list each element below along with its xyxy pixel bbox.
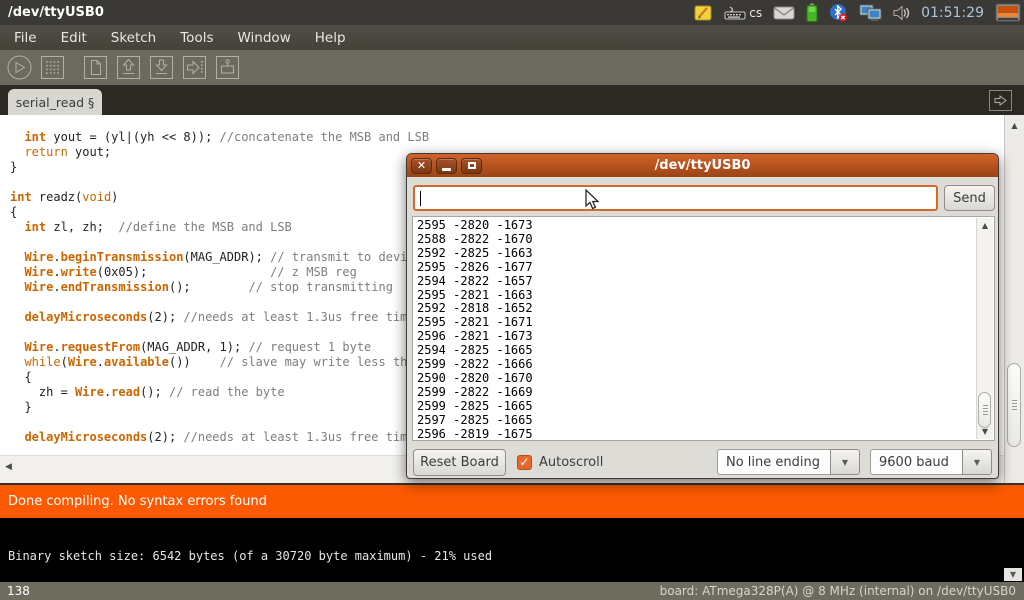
maximize-button[interactable] (461, 158, 482, 174)
serial-line: 2599 -2825 -1665 (417, 400, 533, 414)
serial-line: 2592 -2825 -1663 (417, 247, 533, 261)
minimize-icon (442, 168, 451, 171)
serial-input-field[interactable] (413, 185, 938, 211)
menu-tools[interactable]: Tools (170, 27, 223, 49)
send-button[interactable]: Send (944, 185, 995, 211)
editor-scrollbar-thumb[interactable] (1007, 363, 1021, 447)
board-info: board: ATmega328P(A) @ 8 MHz (internal) … (660, 584, 1024, 598)
autoscroll-label: Autoscroll (539, 455, 603, 470)
console-text: Binary sketch size: 6542 bytes (of a 307… (8, 549, 492, 563)
baud-rate-value: 9600 baud (870, 449, 962, 475)
serial-line: 2599 -2822 -1666 (417, 358, 533, 372)
tab-label: serial_read § (16, 95, 95, 110)
menu-sketch[interactable]: Sketch (101, 27, 166, 49)
verify-icon[interactable] (6, 54, 33, 81)
serial-monitor-icon[interactable] (214, 54, 241, 81)
serial-line: 2597 -2825 -1665 (417, 414, 533, 428)
reset-board-label: Reset Board (420, 455, 499, 470)
autoscroll-checkbox[interactable]: ✓ (517, 455, 532, 470)
battery-icon[interactable] (806, 3, 818, 22)
tab-menu-button[interactable] (989, 90, 1012, 111)
serial-window-titlebar[interactable]: /dev/ttyUSB0 ✕ (407, 154, 998, 177)
upload-icon[interactable] (181, 54, 208, 81)
status-message: Done compiling. No syntax errors found (0, 494, 267, 509)
mail-icon[interactable] (773, 5, 795, 20)
tab-menu-arrow-icon (993, 94, 1008, 107)
line-ending-value: No line ending (717, 449, 830, 475)
serial-line: 2594 -2825 -1665 (417, 344, 533, 358)
window-title: /dev/ttyUSB0 (0, 5, 104, 20)
text-caret (420, 191, 421, 206)
menu-bar: FileEditSketchToolsWindowHelp (0, 25, 1024, 50)
serial-window-title: /dev/ttyUSB0 (407, 158, 998, 173)
notes-icon[interactable] (694, 4, 713, 22)
serial-output-area[interactable]: 2595 -2820 -16732588 -2822 -16702592 -28… (412, 216, 995, 441)
scroll-down-arrow-icon: ▼ (1010, 570, 1016, 579)
screen: /dev/ttyUSB0 cs 01:5 (0, 0, 1024, 600)
stop-icon[interactable] (39, 54, 66, 81)
keyboard-layout-label: cs (749, 6, 762, 20)
serial-monitor-window: /dev/ttyUSB0 ✕ Send 2595 -2820 -16732588… (406, 153, 999, 479)
new-sketch-icon[interactable] (82, 54, 109, 81)
dropdown-button[interactable]: ▼ (830, 449, 860, 475)
system-tray: cs 01:51:29 (694, 3, 1024, 23)
menu-help[interactable]: Help (305, 27, 356, 49)
console-scroll-down-button[interactable]: ▼ (1004, 568, 1022, 581)
serial-line: 2595 -2821 -1663 (417, 289, 533, 303)
serial-line: 2596 -2819 -1675 (417, 428, 533, 441)
console-output[interactable]: Binary sketch size: 6542 bytes (of a 307… (0, 518, 1024, 582)
send-button-label: Send (953, 191, 986, 206)
chevron-down-icon: ▼ (974, 458, 980, 467)
footer-status-bar: 138 board: ATmega328P(A) @ 8 MHz (intern… (0, 582, 1024, 600)
line-number: 138 (0, 584, 30, 598)
keyboard-layout-icon[interactable]: cs (724, 6, 762, 20)
thumb-grip (983, 405, 988, 415)
menu-file[interactable]: File (4, 27, 47, 49)
serial-line: 2595 -2826 -1677 (417, 261, 533, 275)
editor-vertical-scrollbar[interactable]: ▲ (1004, 115, 1024, 483)
chevron-down-icon: ▼ (842, 458, 848, 467)
maximize-icon (468, 162, 476, 169)
serial-line: 2596 -2821 -1673 (417, 330, 533, 344)
network-icon[interactable] (859, 4, 882, 22)
display-icon[interactable] (995, 3, 1021, 23)
volume-icon[interactable] (893, 5, 910, 21)
scroll-up-arrow-icon[interactable]: ▲ (977, 221, 993, 230)
reset-board-button[interactable]: Reset Board (413, 449, 506, 476)
clock[interactable]: 01:51:29 (921, 5, 984, 21)
serial-scrollbar-thumb[interactable] (978, 392, 991, 428)
toolbar (0, 50, 1024, 85)
minimize-button[interactable] (436, 158, 457, 174)
menu-window[interactable]: Window (228, 27, 301, 49)
compile-status-bar: Done compiling. No syntax errors found (0, 483, 1024, 518)
serial-line: 2599 -2822 -1669 (417, 386, 533, 400)
serial-controls-row: Reset Board ✓ Autoscroll No line ending … (407, 446, 998, 478)
serial-line: 2588 -2822 -1670 (417, 233, 533, 247)
tab-serial-read[interactable]: serial_read § (8, 89, 102, 115)
menu-edit[interactable]: Edit (51, 27, 97, 49)
scroll-down-arrow-icon[interactable]: ▼ (977, 427, 993, 436)
serial-line: 2594 -2822 -1657 (417, 275, 533, 289)
line-ending-select[interactable]: No line ending ▼ (717, 449, 860, 475)
close-icon: ✕ (417, 160, 426, 171)
serial-line: 2595 -2820 -1673 (417, 219, 533, 233)
check-icon: ✓ (519, 456, 529, 468)
dropdown-button[interactable]: ▼ (962, 449, 992, 475)
save-icon[interactable] (148, 54, 175, 81)
serial-line: 2590 -2820 -1670 (417, 372, 533, 386)
scroll-left-arrow-icon[interactable]: ◀ (5, 462, 12, 472)
serial-line: 2595 -2821 -1671 (417, 316, 533, 330)
tab-strip: serial_read § (0, 85, 1024, 115)
close-button[interactable]: ✕ (411, 158, 432, 174)
baud-rate-select[interactable]: 9600 baud ▼ (870, 449, 992, 475)
serial-scrollbar[interactable]: ▲ ▼ (976, 218, 993, 439)
scroll-up-arrow-icon[interactable]: ▲ (1005, 121, 1024, 130)
desktop-panel: /dev/ttyUSB0 cs 01:5 (0, 0, 1024, 25)
thumb-grip (1012, 400, 1017, 410)
open-icon[interactable] (115, 54, 142, 81)
serial-line: 2592 -2818 -1652 (417, 302, 533, 316)
bluetooth-icon[interactable] (829, 3, 848, 22)
serial-output-text: 2595 -2820 -16732588 -2822 -16702592 -28… (417, 219, 533, 441)
